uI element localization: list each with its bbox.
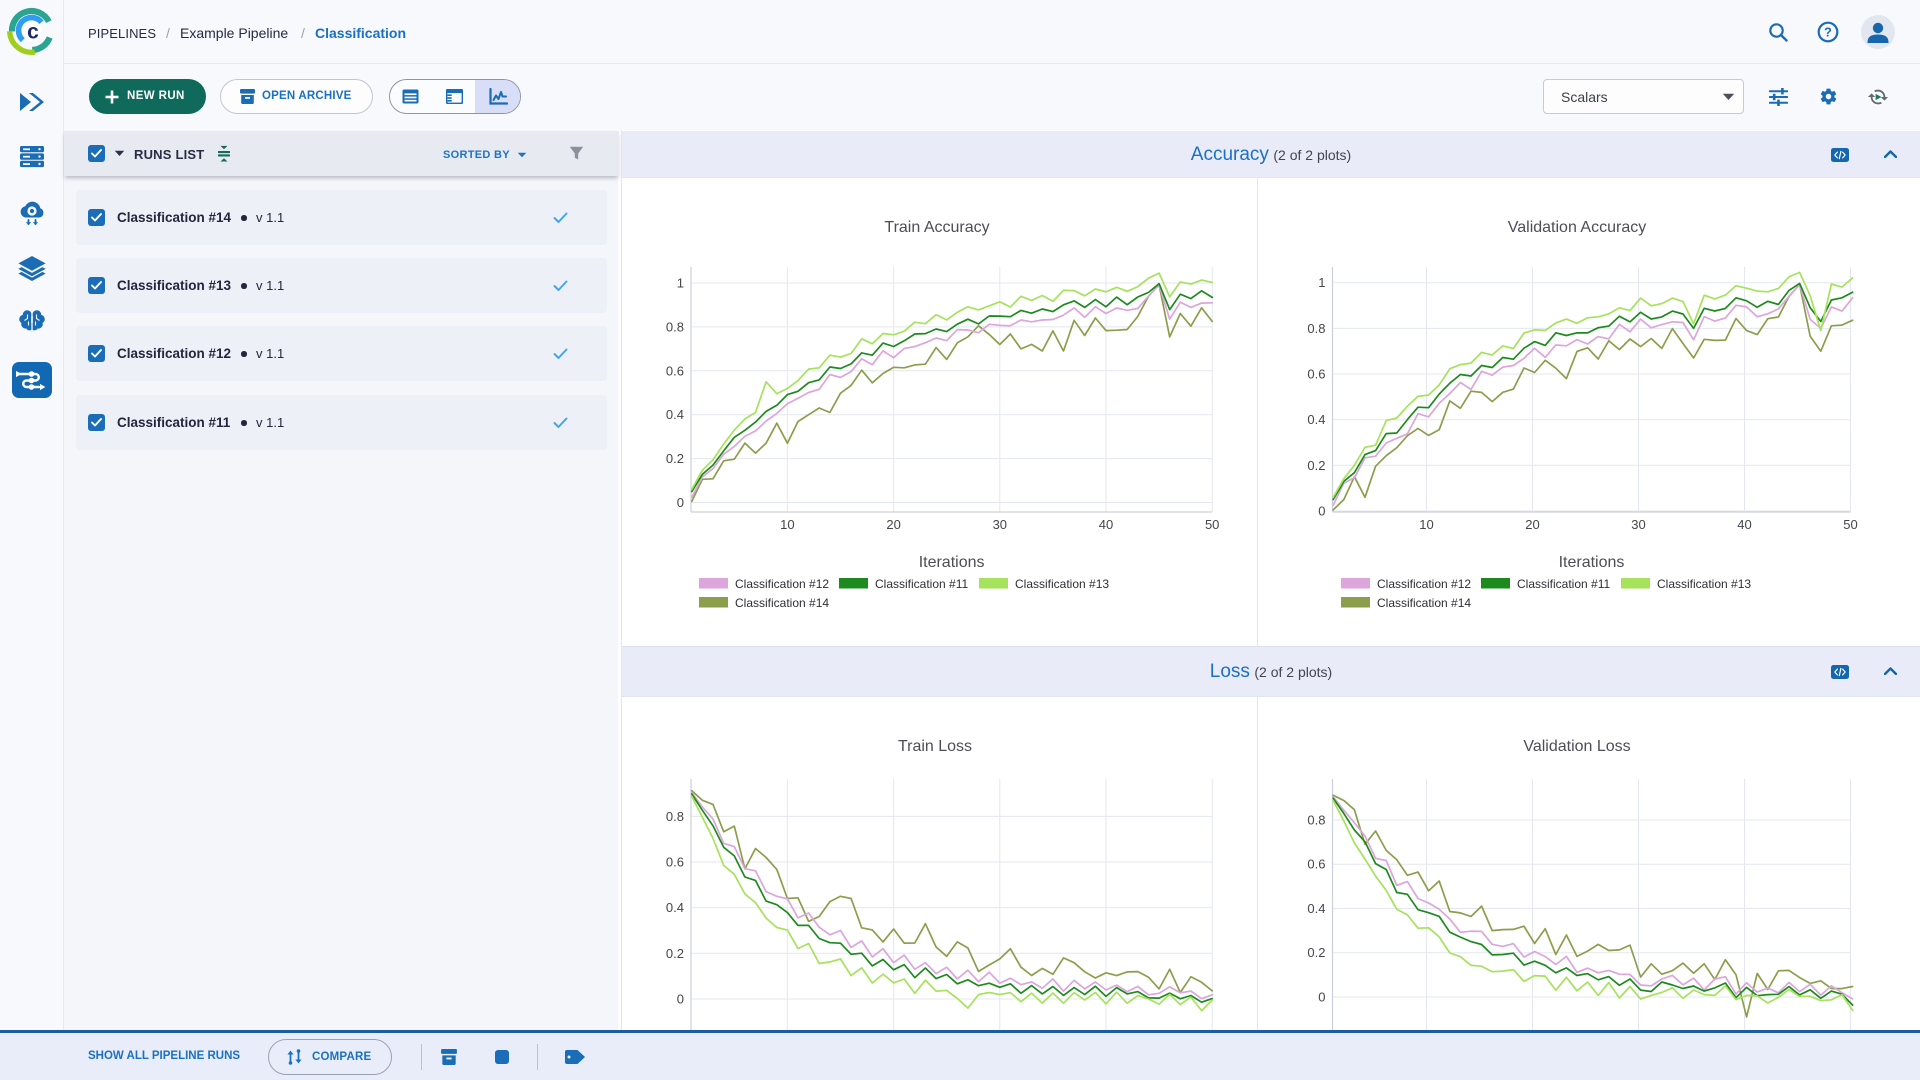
svg-text:0.8: 0.8 xyxy=(666,319,684,334)
svg-text:Validation Loss: Validation Loss xyxy=(1523,738,1630,755)
svg-text:30: 30 xyxy=(1631,517,1645,532)
svg-text:0.2: 0.2 xyxy=(1307,458,1325,473)
svg-text:40: 40 xyxy=(1099,517,1113,532)
svg-text:20: 20 xyxy=(886,517,900,532)
svg-text:20: 20 xyxy=(1525,517,1539,532)
svg-text:0.4: 0.4 xyxy=(666,900,684,915)
svg-text:Classification #13: Classification #13 xyxy=(1657,577,1751,591)
svg-text:0.8: 0.8 xyxy=(1307,321,1325,336)
svg-text:0: 0 xyxy=(1318,504,1325,519)
svg-text:Classification #11: Classification #11 xyxy=(1517,577,1610,591)
svg-text:0.8: 0.8 xyxy=(1307,813,1325,828)
svg-text:Classification #13: Classification #13 xyxy=(1015,577,1109,591)
svg-text:Iterations: Iterations xyxy=(1559,554,1625,571)
svg-text:Classification #14: Classification #14 xyxy=(1377,596,1471,610)
svg-text:10: 10 xyxy=(780,517,794,532)
svg-text:10: 10 xyxy=(1419,517,1433,532)
svg-text:0.6: 0.6 xyxy=(1307,367,1325,382)
svg-text:0.6: 0.6 xyxy=(666,855,684,870)
svg-text:Train Loss: Train Loss xyxy=(898,738,972,755)
svg-text:0.4: 0.4 xyxy=(1307,901,1325,916)
svg-text:Iterations: Iterations xyxy=(919,554,985,571)
svg-text:Train Accuracy: Train Accuracy xyxy=(884,219,989,236)
svg-text:0.2: 0.2 xyxy=(666,946,684,961)
svg-text:1: 1 xyxy=(677,276,684,291)
svg-text:c: c xyxy=(27,21,39,44)
svg-text:0: 0 xyxy=(677,992,684,1007)
svg-text:0.8: 0.8 xyxy=(666,809,684,824)
svg-text:Classification #12: Classification #12 xyxy=(735,577,829,591)
svg-text:0: 0 xyxy=(1318,990,1325,1005)
svg-text:0.2: 0.2 xyxy=(666,451,684,466)
svg-text:50: 50 xyxy=(1205,517,1219,532)
svg-text:Validation Accuracy: Validation Accuracy xyxy=(1508,219,1646,236)
svg-text:0.6: 0.6 xyxy=(1307,857,1325,872)
svg-text:30: 30 xyxy=(993,517,1007,532)
svg-text:1: 1 xyxy=(1318,275,1325,290)
svg-text:0.6: 0.6 xyxy=(666,363,684,378)
svg-text:0.4: 0.4 xyxy=(1307,412,1325,427)
svg-text:0.4: 0.4 xyxy=(666,407,684,422)
svg-text:Classification #12: Classification #12 xyxy=(1377,577,1471,591)
svg-text:Classification #14: Classification #14 xyxy=(735,596,829,610)
svg-text:0: 0 xyxy=(677,495,684,510)
svg-text:?: ? xyxy=(1824,26,1832,40)
svg-text:50: 50 xyxy=(1843,517,1857,532)
svg-text:Classification #11: Classification #11 xyxy=(875,577,968,591)
svg-text:0.2: 0.2 xyxy=(1307,945,1325,960)
svg-text:40: 40 xyxy=(1737,517,1751,532)
